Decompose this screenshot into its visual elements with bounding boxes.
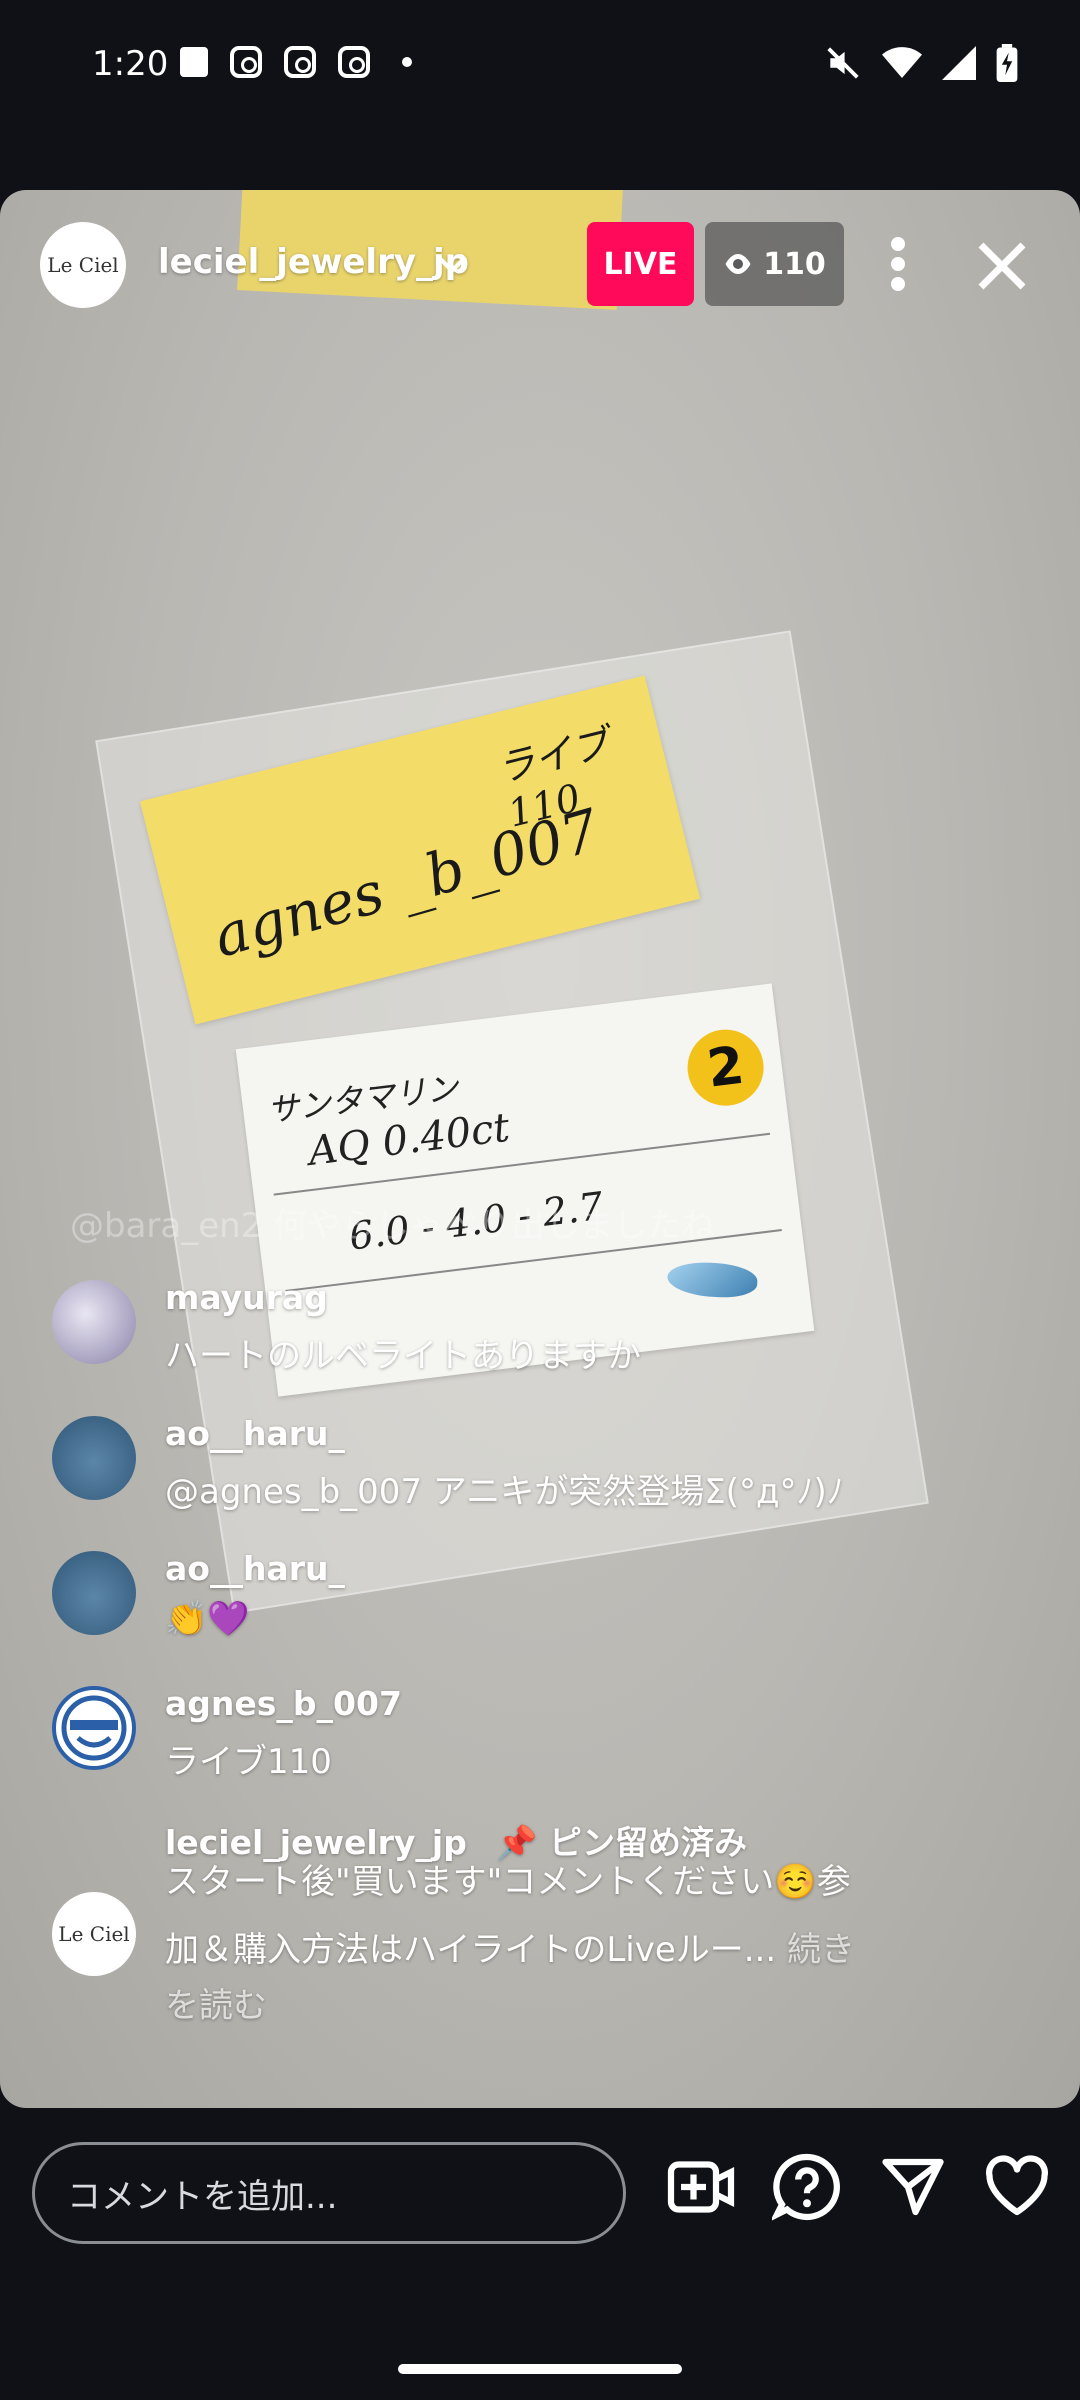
instagram-icon: [284, 46, 316, 78]
close-icon[interactable]: [974, 238, 1030, 294]
comment-username[interactable]: ao__haru_: [165, 1549, 345, 1588]
comment-text: ライブ110: [165, 1742, 332, 1782]
add-video-icon[interactable]: [666, 2152, 736, 2222]
avatar-logo-text: Le Ciel: [47, 253, 119, 277]
avatar-logo-text: Le Ciel: [58, 1922, 130, 1946]
host-account-name[interactable]: leciel_jewelry_jp: [158, 242, 469, 282]
comment-username[interactable]: mayurag: [165, 1278, 328, 1317]
viewer-count-badge[interactable]: 110: [705, 222, 844, 306]
pinned-comment[interactable]: Le Ciel leciel_jewelry_jp 📌 ピン留め済み スタート後…: [52, 1818, 952, 2058]
comment-avatar[interactable]: [52, 1280, 136, 1364]
question-icon[interactable]: [772, 2152, 842, 2222]
instagram-icon: [230, 46, 262, 78]
pinned-line-1: スタート後"買います"コメントください☺️参: [165, 1862, 851, 1902]
comment-item[interactable]: ao__haru_ 👏💜: [52, 1549, 952, 1651]
comment-text: 👏💜: [165, 1599, 250, 1639]
comment-username[interactable]: ao__haru_: [165, 1414, 345, 1453]
pinned-line-2-text: 加＆購入方法はハイライトのLiveルー...: [165, 1930, 777, 1970]
faded-comment: @bara_en2 何やらしゃべり出しましたね: [70, 1206, 716, 1246]
more-options-icon[interactable]: [878, 236, 918, 292]
wifi-icon: [882, 47, 922, 78]
mute-icon: [827, 47, 859, 79]
comment-input[interactable]: コメントを追加...: [32, 2142, 626, 2244]
shopping-bag-icon: [180, 47, 208, 77]
notification-dot-icon: [402, 57, 412, 67]
comment-item[interactable]: agnes_b_007 ライブ110: [52, 1684, 952, 1786]
comment-item[interactable]: ao__haru_ @agnes_b_007 アニキが突然登場Σ(°д°ﾉ)ﾉ: [52, 1414, 952, 1516]
instagram-icon: [338, 46, 370, 78]
status-left-icons: [180, 46, 412, 78]
send-icon[interactable]: [878, 2152, 948, 2222]
chevron-down-icon[interactable]: [432, 244, 472, 284]
pinned-line-2: 加＆購入方法はハイライトのLiveルー... 続き: [165, 1916, 945, 1984]
card-number-badge: 2: [683, 1025, 768, 1110]
read-more-link-cont[interactable]: を読む: [165, 1984, 945, 2028]
viewer-count: 110: [763, 246, 826, 282]
comment-avatar[interactable]: [52, 1416, 136, 1500]
status-time: 1:20: [92, 44, 169, 84]
battery-charging-icon: [996, 44, 1018, 82]
comment-avatar[interactable]: [52, 1686, 136, 1770]
status-right-icons: [824, 44, 1018, 82]
comment-text: @agnes_b_007 アニキが突然登場Σ(°д°ﾉ)ﾉ: [165, 1472, 844, 1512]
home-indicator[interactable]: [398, 2364, 682, 2374]
comment-text: スタート後"買います"コメントください☺️参 加＆購入方法はハイライトのLive…: [165, 1848, 945, 2028]
signal-icon: [942, 46, 976, 80]
laughing-man-icon: [61, 1695, 127, 1761]
host-avatar[interactable]: Le Ciel: [40, 222, 126, 308]
comment-item[interactable]: mayurag ハートのルベライトありますか: [52, 1278, 952, 1380]
comment-username[interactable]: agnes_b_007: [165, 1684, 402, 1723]
bottom-bar: コメントを追加...: [0, 2108, 1080, 2278]
comment-avatar[interactable]: [52, 1551, 136, 1635]
status-bar: 1:20: [0, 0, 1080, 135]
comment-text: ハートのルベライトありますか: [165, 1336, 641, 1376]
comment-avatar[interactable]: Le Ciel: [52, 1892, 136, 1976]
heart-icon[interactable]: [982, 2152, 1052, 2222]
eye-icon: [725, 254, 751, 274]
read-more-link[interactable]: 続き: [776, 1930, 855, 1970]
live-badge: LIVE: [587, 222, 694, 306]
